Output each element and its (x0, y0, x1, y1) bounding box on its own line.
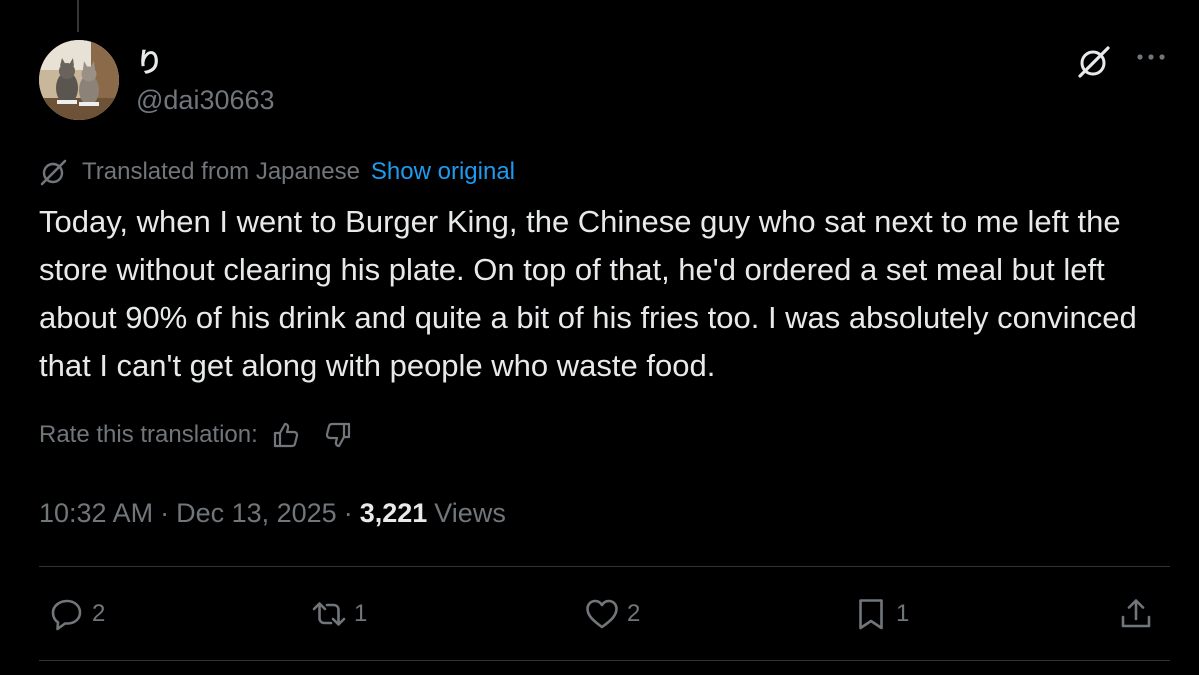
author-handle[interactable]: @dai30663 (136, 84, 275, 116)
repost-button[interactable]: 1 (310, 594, 367, 634)
bookmark-count: 1 (896, 600, 910, 627)
more-dots-icon[interactable] (1133, 44, 1169, 74)
tweet-meta: 10:32 AM · Dec 13, 2025 · 3,221 Views (39, 494, 506, 532)
share-button[interactable] (1117, 594, 1161, 634)
tweet-text: Today, when I went to Burger King, the C… (39, 204, 1137, 383)
thumbs-down-icon[interactable] (322, 419, 354, 451)
reply-icon (51, 599, 82, 631)
meta-separator: · (160, 497, 170, 528)
repost-icon (312, 602, 346, 626)
heart-icon (586, 599, 618, 629)
views-count: 3,221 (359, 497, 428, 528)
bookmark-button[interactable]: 1 (852, 594, 909, 634)
thumbs-up-icon[interactable] (270, 419, 302, 451)
divider (39, 660, 1170, 661)
meta-separator: · (343, 497, 353, 528)
rate-translation: Rate this translation: (39, 418, 354, 452)
like-count: 2 (627, 600, 641, 627)
show-original-link[interactable]: Show original (371, 158, 515, 186)
reply-button[interactable]: 2 (48, 594, 105, 634)
translate-icon (40, 159, 67, 186)
divider (39, 566, 1170, 567)
translated-from-label: Translated from Japanese (82, 158, 360, 185)
share-icon (1121, 599, 1151, 628)
thread-connector-line (77, 0, 79, 32)
bookmark-icon (859, 599, 883, 630)
author-avatar[interactable] (39, 40, 119, 120)
repost-count: 1 (354, 600, 368, 627)
views-label: Views (434, 497, 506, 528)
reply-count: 2 (92, 600, 106, 627)
tweet-date[interactable]: Dec 13, 2025 (176, 498, 337, 529)
like-button[interactable]: 2 (583, 594, 640, 634)
author-display-name[interactable]: り (136, 48, 163, 78)
grok-icon[interactable] (1076, 44, 1112, 80)
cats-photo-avatar (39, 40, 119, 120)
rate-translation-label: Rate this translation: (39, 421, 258, 448)
tweet-time[interactable]: 10:32 AM (39, 498, 153, 529)
translation-notice: Translated from Japanese Show original (39, 156, 515, 188)
